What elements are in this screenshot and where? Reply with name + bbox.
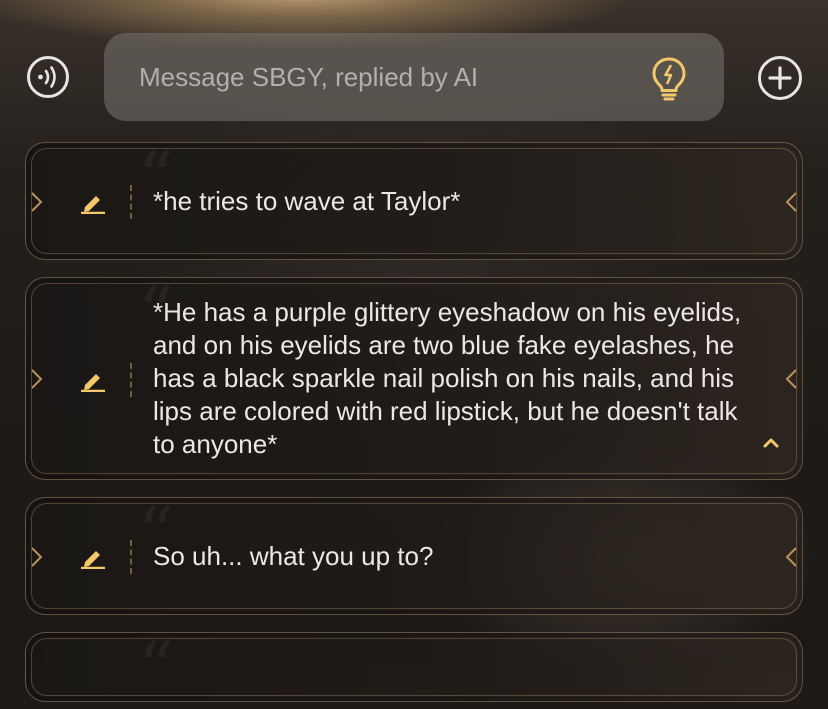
plus-circle-icon: [758, 56, 802, 100]
right-chevron-ornament-icon: [785, 547, 797, 567]
quote-mark-decoration: “: [138, 627, 174, 709]
message-text: So uh... what you up to?: [153, 541, 434, 571]
voice-mode-button[interactable]: [26, 55, 70, 99]
card-divider: [130, 363, 134, 397]
right-chevron-ornament-icon: [785, 192, 797, 212]
add-button[interactable]: [757, 55, 803, 101]
lightbulb-icon: [652, 57, 686, 101]
edit-pencil-icon[interactable]: [80, 190, 106, 214]
collapse-chevron-up-icon[interactable]: [762, 435, 780, 449]
hint-button[interactable]: [648, 55, 690, 101]
edit-pencil-icon[interactable]: [80, 368, 106, 392]
message-text: *he tries to wave at Taylor*: [153, 186, 461, 216]
message-card[interactable]: “ *he tries to wave at Taylor*: [25, 142, 803, 260]
message-card[interactable]: “ So uh... what you up to?: [25, 497, 803, 615]
right-chevron-ornament-icon: [785, 369, 797, 389]
left-chevron-ornament-icon: [31, 369, 43, 389]
message-input[interactable]: [137, 60, 621, 94]
left-chevron-ornament-icon: [31, 192, 43, 212]
voice-waves-icon: [27, 56, 69, 98]
message-card[interactable]: “ *He has a purple glittery eyeshadow on…: [25, 277, 803, 480]
left-chevron-ornament-icon: [31, 547, 43, 567]
card-divider: [130, 185, 134, 219]
edit-pencil-icon[interactable]: [80, 545, 106, 569]
message-text: *He has a purple glittery eyeshadow on h…: [153, 297, 742, 459]
message-card[interactable]: “: [25, 627, 803, 709]
card-divider: [130, 540, 134, 574]
message-input-box[interactable]: [104, 33, 724, 121]
